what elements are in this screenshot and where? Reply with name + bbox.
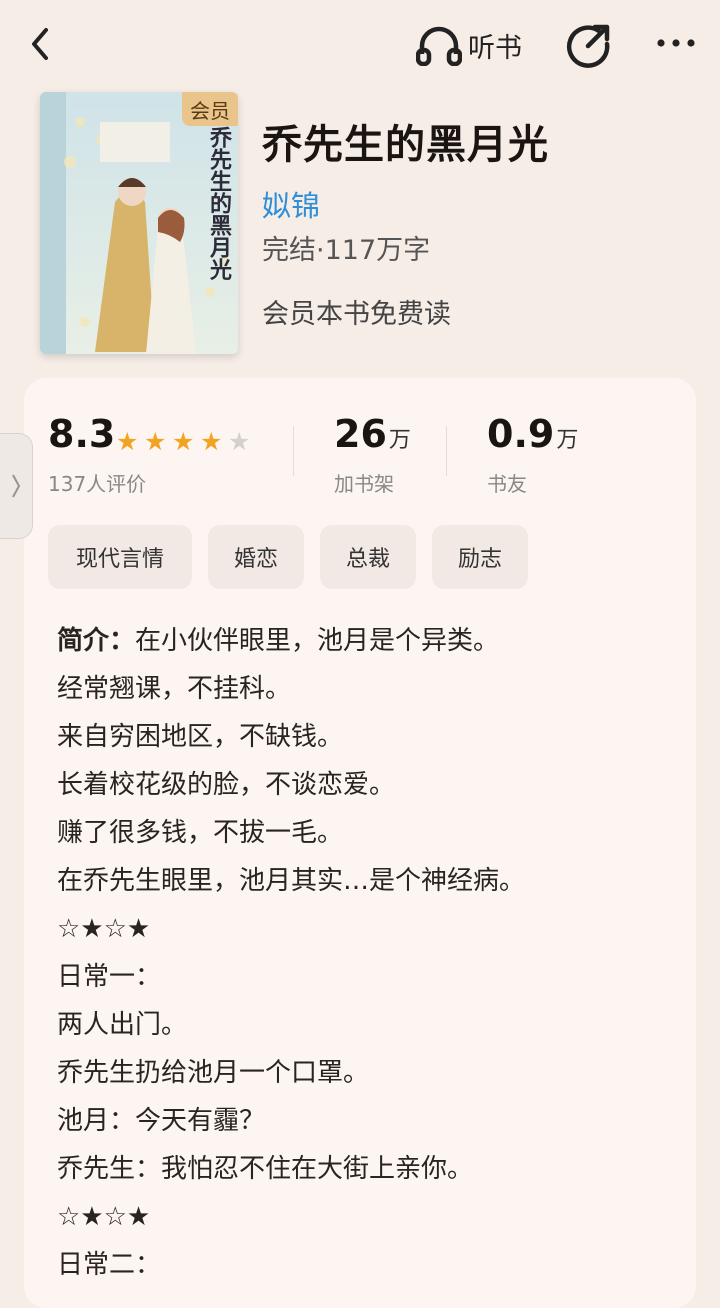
bookshelf-number: 26 [334, 412, 387, 456]
listen-button[interactable]: 听书 [416, 22, 522, 68]
star-empty-icon: ★ [228, 427, 251, 456]
rating-stars: ★ ★ ★ ★ ★ [116, 429, 256, 455]
headphones-icon [416, 26, 462, 66]
bookshelf-unit: 万 [388, 428, 411, 453]
book-cover[interactable]: 乔先生的黑月光 [40, 92, 238, 354]
star-icon: ★ [172, 427, 195, 456]
friends-count: 0.9万 [487, 412, 578, 456]
intro-line: 简介：在小伙伴眼里，池月是个异类。 [57, 617, 677, 665]
tag-list: 现代言情 婚恋 总裁 励志 [48, 525, 544, 589]
intro-line: 池月：今天有霾？ [57, 1106, 266, 1136]
book-intro[interactable]: 简介：在小伙伴眼里，池月是个异类。 经常翘课，不挂科。 来自穷困地区，不缺钱。 … [57, 617, 677, 1289]
vip-note: 会员本书免费读 [262, 299, 451, 330]
book-status: 完结·117万字 [262, 235, 431, 266]
intro-line: 乔先生：我怕忍不住在大街上亲你。 [57, 1154, 474, 1184]
top-bar: 听书 [0, 0, 720, 90]
book-title: 乔先生的黑月光 [262, 122, 549, 168]
intro-line: 日常二： [57, 1250, 162, 1280]
tag-chip[interactable]: 励志 [432, 525, 528, 589]
rating-count: 137人评价 [48, 472, 147, 496]
stat-divider [293, 426, 294, 476]
friends-label: 书友 [487, 472, 527, 496]
bookshelf-label: 加书架 [334, 472, 394, 496]
intro-line: 经常翘课，不挂科。 [57, 674, 292, 704]
star-icon: ★ [200, 427, 223, 456]
author-link[interactable]: 姒锦 [262, 183, 320, 225]
bookshelf-count: 26万 [334, 412, 411, 456]
listen-label: 听书 [468, 32, 522, 64]
side-drawer-handle[interactable] [0, 433, 33, 539]
back-icon[interactable] [24, 22, 58, 66]
tag-chip[interactable]: 现代言情 [48, 525, 192, 589]
more-icon[interactable] [655, 30, 697, 56]
stat-divider [446, 426, 447, 476]
intro-line: 两人出门。 [57, 1010, 188, 1040]
intro-line: 在乔先生眼里，池月其实…是个神经病。 [57, 866, 526, 896]
intro-line: 长着校花级的脸，不谈恋爱。 [57, 770, 396, 800]
share-icon[interactable] [566, 22, 612, 68]
intro-text: 在小伙伴眼里，池月是个异类。 [135, 626, 500, 656]
tag-chip[interactable]: 婚恋 [208, 525, 304, 589]
star-icon: ★ [116, 427, 139, 456]
intro-line: 日常一： [57, 962, 162, 992]
friends-unit: 万 [556, 428, 579, 453]
friends-number: 0.9 [487, 412, 555, 456]
star-icon: ★ [144, 427, 167, 456]
chevron-right-icon [12, 474, 21, 498]
intro-line: ☆★☆★ [57, 1202, 151, 1232]
intro-line: 赚了很多钱，不拔一毛。 [57, 818, 344, 848]
vip-badge: 会员 [182, 92, 238, 126]
intro-line: 来自穷困地区，不缺钱。 [57, 722, 344, 752]
cover-title: 乔先生的黑月光 [206, 126, 232, 280]
intro-line: ☆★☆★ [57, 914, 151, 944]
rating-score: 8.3 [48, 412, 116, 456]
tag-chip[interactable]: 总裁 [320, 525, 416, 589]
intro-line: 乔先生扔给池月一个口罩。 [57, 1058, 370, 1088]
intro-label: 简介： [57, 626, 136, 656]
